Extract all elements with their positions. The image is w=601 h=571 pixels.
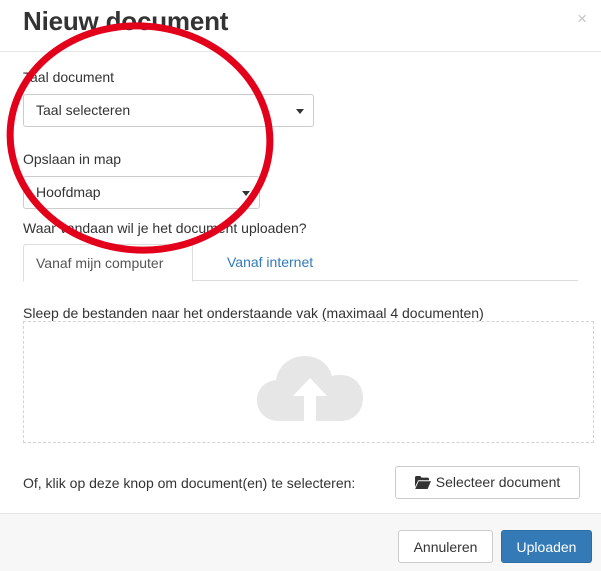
select-row-text: Of, klik op deze knop om document(en) te… (23, 475, 356, 491)
language-select[interactable]: Taal selecteren (23, 94, 314, 127)
language-select-value: Taal selecteren (36, 102, 131, 118)
chevron-down-icon (296, 109, 304, 114)
folder-open-icon (414, 475, 431, 489)
chevron-down-icon (242, 191, 250, 196)
upload-source-tabs: Vanaf mijn computer Vanaf internet (23, 244, 578, 282)
folder-select-value: Hoofdmap (36, 184, 101, 200)
tab-from-internet[interactable]: Vanaf internet (215, 244, 325, 281)
tab-from-computer[interactable]: Vanaf mijn computer (23, 244, 193, 282)
new-document-modal: Nieuw document × Taal document Taal sele… (0, 0, 601, 571)
file-dropzone[interactable] (23, 321, 594, 443)
folder-select[interactable]: Hoofdmap (23, 176, 260, 209)
dropzone-instruction: Sleep de bestanden naar het onderstaande… (23, 305, 484, 321)
folder-label: Opslaan in map (23, 151, 122, 167)
cancel-button[interactable]: Annuleren (398, 530, 493, 563)
modal-title: Nieuw document (23, 6, 229, 36)
upload-source-question: Waar vandaan wil je het document uploade… (23, 220, 307, 236)
modal-footer: Annuleren Uploaden (0, 513, 601, 571)
language-label: Taal document (23, 69, 115, 85)
modal-header: Nieuw document × (0, 0, 601, 52)
close-button[interactable]: × (577, 10, 587, 27)
upload-button[interactable]: Uploaden (501, 530, 592, 563)
select-document-label: Selecteer document (435, 474, 561, 490)
select-document-button[interactable]: Selecteer document (395, 466, 580, 499)
cloud-upload-icon (257, 356, 363, 421)
